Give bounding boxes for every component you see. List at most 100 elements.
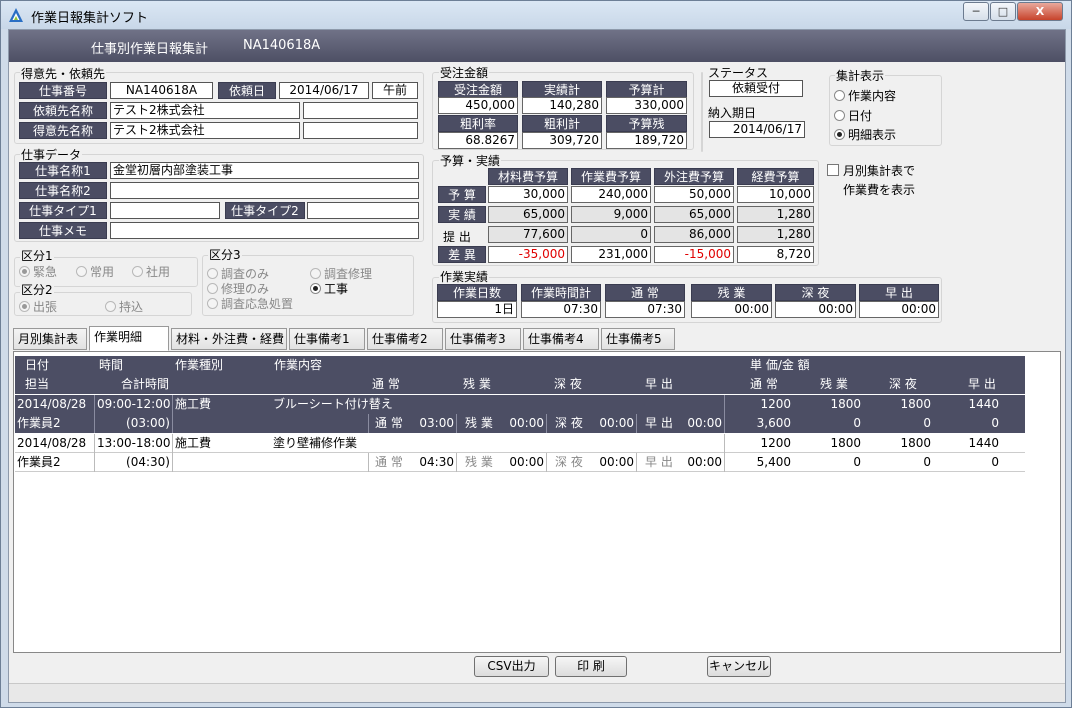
status-bar	[9, 683, 1065, 702]
cell-night-hours: 00:00	[591, 414, 637, 433]
close-button[interactable]: X	[1017, 2, 1063, 21]
header-price-normal: 通 常	[750, 377, 778, 391]
detail-grid[interactable]: 日付 時間 作業種別 作業内容 単 価/金 額 担当 合計時間 通 常 残 業 …	[13, 351, 1061, 653]
submitted-expense: 1,280	[737, 226, 814, 243]
radio-circle-icon	[207, 283, 218, 294]
job-name1-label: 仕事名称1	[19, 162, 107, 179]
labor-budget-header: 作業費予算	[571, 168, 651, 185]
header-night: 深 夜	[554, 377, 582, 391]
radio-date[interactable]: 日付	[834, 109, 872, 123]
requester-name2-field[interactable]	[303, 102, 418, 119]
radio-urgent[interactable]: 緊急	[19, 265, 57, 279]
table-row[interactable]: 2014/08/28 13:00-18:00 施工費 塗り壁補修作業 1200 …	[15, 434, 1025, 453]
monthly-display-label-2: 作業費を表示	[843, 183, 916, 197]
job-number-label: 仕事番号	[19, 82, 107, 99]
cell-night-label: 深 夜	[555, 455, 583, 469]
radio-circle-icon	[310, 268, 321, 279]
cell-early-label: 早 出	[645, 416, 673, 430]
category3-label: 区分3	[208, 248, 242, 262]
monthly-display-checkbox[interactable]	[827, 164, 839, 176]
gross-margin-rate-value: 68.8267	[438, 132, 518, 149]
tab-materials-expenses[interactable]: 材料・外注費・経費	[171, 328, 287, 350]
customer-name2-field[interactable]	[303, 122, 418, 139]
order-amount-header: 受注金額	[438, 81, 518, 98]
radio-construction[interactable]: 工事	[310, 282, 348, 296]
job-name1-field[interactable]: 金堂初層内部塗装工事	[110, 162, 419, 179]
radio-circle-icon	[834, 90, 845, 101]
tab-work-details[interactable]: 作業明細	[89, 326, 169, 351]
header-work-content: 作業内容	[274, 358, 323, 372]
cell-work-type: 施工費	[175, 397, 212, 411]
radio-regular[interactable]: 常用	[76, 265, 114, 279]
requester-name-field[interactable]: テスト2株式会社	[110, 102, 300, 119]
customer-name-field[interactable]: テスト2株式会社	[110, 122, 300, 139]
cell-amount-early: 0	[991, 416, 999, 430]
cell-early-hours: 00:00	[679, 414, 725, 433]
variance-row-label: 差 異	[438, 246, 486, 263]
work-days-header: 作業日数	[437, 284, 517, 301]
job-name2-field[interactable]	[110, 182, 419, 199]
radio-selected-icon	[834, 129, 845, 140]
radio-bring-in[interactable]: 持込	[105, 300, 143, 314]
cell-price-early: 1440	[968, 436, 999, 450]
cell-overtime-label: 残 業	[465, 416, 493, 430]
radio-survey-repair[interactable]: 調査修理	[310, 267, 372, 281]
csv-export-button[interactable]: CSV出力	[474, 656, 549, 677]
tab-monthly-summary[interactable]: 月別集計表	[13, 328, 87, 350]
variance-expense: 8,720	[737, 246, 814, 263]
cell-night-label: 深 夜	[555, 416, 583, 430]
budget-group-label: 予算・実績	[439, 154, 502, 168]
cell-date: 2014/08/28	[15, 434, 95, 453]
budget-expense: 10,000	[737, 186, 814, 203]
radio-business-trip[interactable]: 出張	[19, 300, 57, 314]
work-actual-label: 作業実績	[439, 270, 490, 284]
overtime-value: 00:00	[691, 301, 772, 318]
radio-survey-only[interactable]: 調査のみ	[207, 267, 269, 281]
radio-survey-emergency[interactable]: 調査応急処置	[207, 297, 293, 311]
title-bar[interactable]: 作業日報集計ソフト ─ □ X	[1, 1, 1071, 29]
job-type1-field[interactable]	[110, 202, 220, 219]
cell-early-hours: 00:00	[679, 453, 725, 472]
tab-job-note2[interactable]: 仕事備考2	[367, 328, 443, 350]
work-hours-total-value: 07:30	[521, 301, 601, 318]
budget-total-value: 330,000	[606, 97, 687, 114]
budget-labor: 240,000	[571, 186, 651, 203]
material-budget-header: 材料費予算	[488, 168, 568, 185]
radio-work-content[interactable]: 作業内容	[834, 89, 896, 103]
cancel-button[interactable]: キャンセル	[707, 656, 771, 677]
cell-normal-hours: 03:00	[411, 414, 457, 433]
category1-label: 区分1	[20, 249, 54, 263]
radio-circle-icon	[105, 301, 116, 312]
tab-job-note3[interactable]: 仕事備考3	[445, 328, 521, 350]
table-row[interactable]: 2014/08/28 09:00-12:00 施工費 ブルーシート付け替え 12…	[15, 395, 1025, 414]
radio-circle-icon	[207, 298, 218, 309]
outsource-budget-header: 外注費予算	[654, 168, 734, 185]
work-hours-total-header: 作業時間計	[521, 284, 601, 301]
cell-blank	[173, 414, 369, 433]
radio-detail-view[interactable]: 明細表示	[834, 128, 896, 142]
header-time: 時間	[99, 358, 124, 372]
maximize-button[interactable]: □	[990, 2, 1016, 21]
due-date-field[interactable]: 2014/06/17	[709, 121, 805, 138]
job-number-field[interactable]: NA140618A	[110, 82, 213, 99]
cell-amount-normal: 3,600	[756, 416, 791, 430]
job-memo-field[interactable]	[110, 222, 419, 239]
tab-job-note1[interactable]: 仕事備考1	[289, 328, 365, 350]
table-row[interactable]: 作業員2 (03:00) 通 常 03:00 残 業 00:00 深 夜 00:…	[15, 414, 1025, 433]
status-field[interactable]: 依頼受付	[709, 80, 803, 97]
table-row[interactable]: 作業員2 (04:30) 通 常 04:30 残 業 00:00 深 夜 00:…	[15, 453, 1025, 472]
cell-amount-night: 0	[923, 416, 931, 430]
job-type2-field[interactable]	[307, 202, 419, 219]
am-pm-field[interactable]: 午前	[372, 82, 418, 99]
print-button[interactable]: 印 刷	[555, 656, 627, 677]
cell-total-time: (04:30)	[95, 453, 173, 472]
tab-job-note5[interactable]: 仕事備考5	[601, 328, 675, 350]
radio-company-use[interactable]: 社用	[132, 265, 170, 279]
radio-repair-only[interactable]: 修理のみ	[207, 282, 269, 296]
cell-work-content: 塗り壁補修作業	[271, 434, 725, 453]
actual-labor: 9,000	[571, 206, 651, 223]
request-date-field[interactable]: 2014/06/17	[279, 82, 369, 99]
order-group-label: 受注金額	[439, 66, 490, 80]
tab-job-note4[interactable]: 仕事備考4	[523, 328, 599, 350]
minimize-button[interactable]: ─	[963, 2, 989, 21]
